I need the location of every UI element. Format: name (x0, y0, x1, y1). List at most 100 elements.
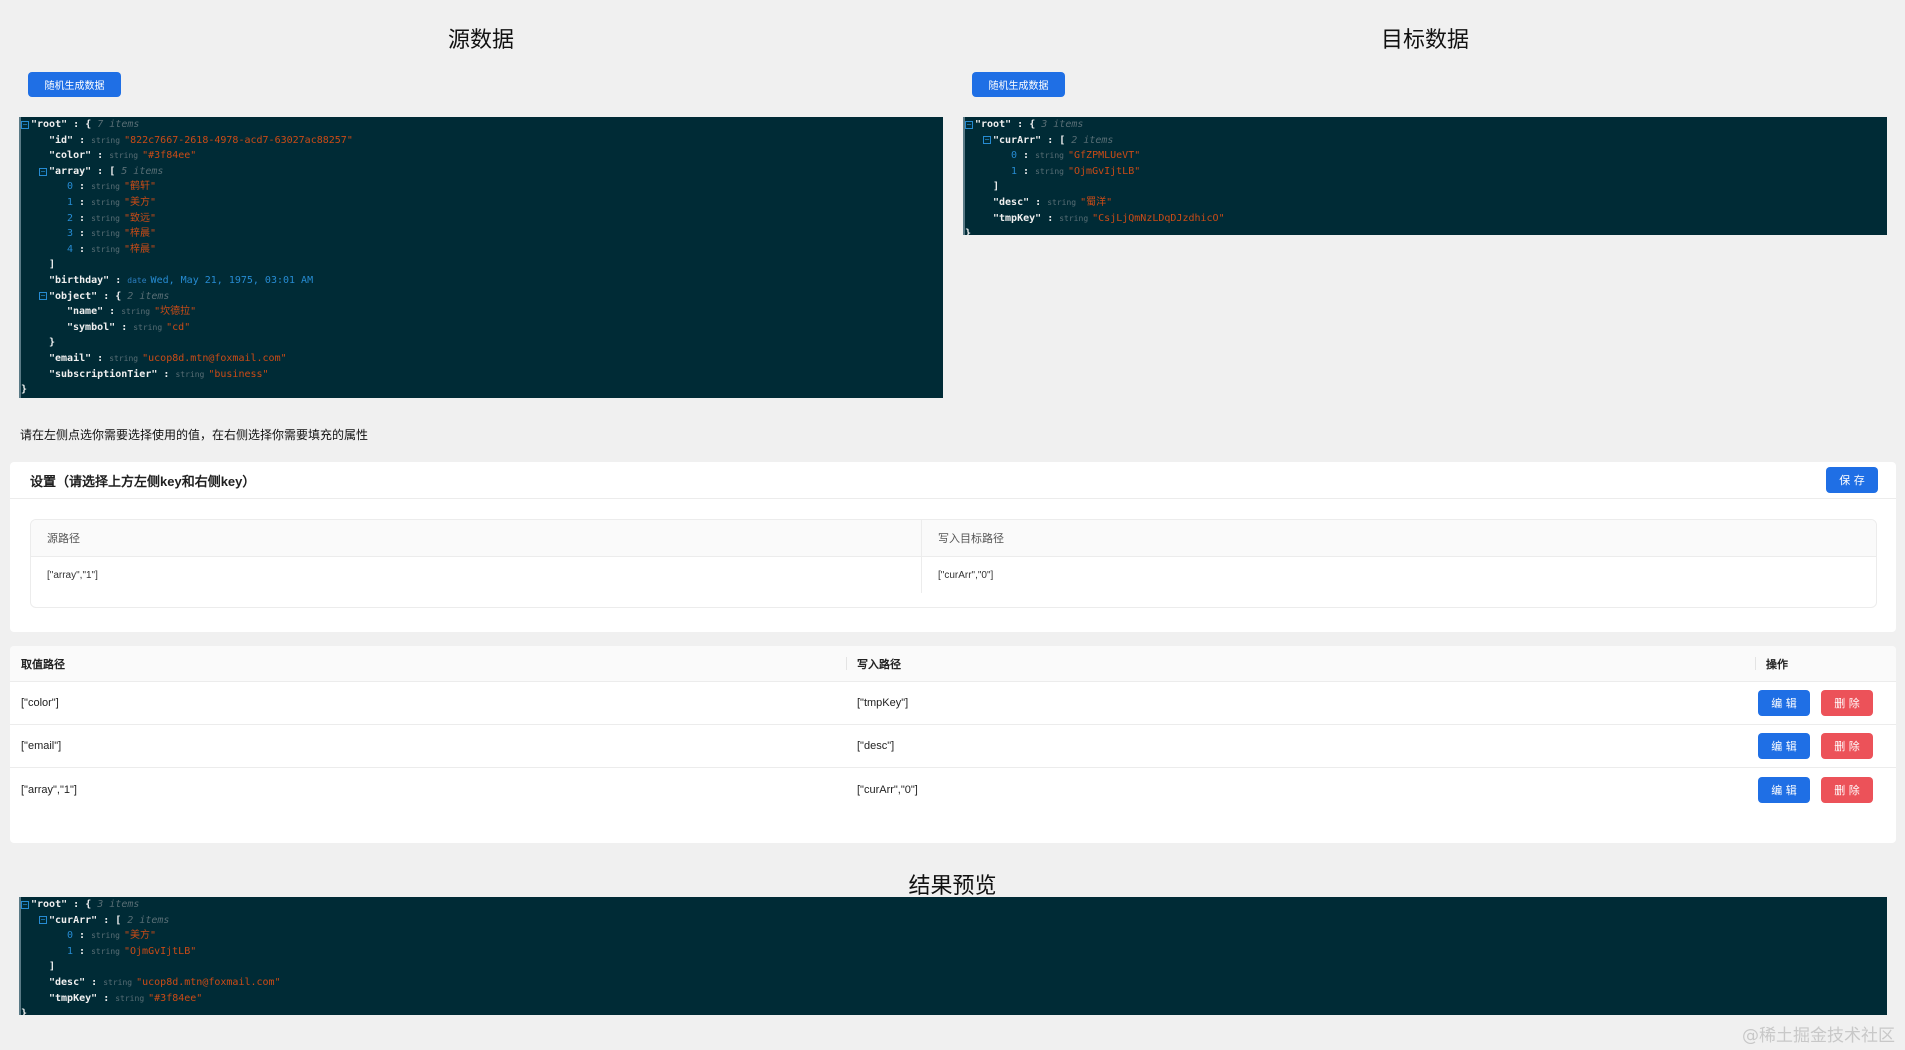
json-line[interactable]: } (21, 382, 943, 398)
json-colon: : (73, 243, 92, 255)
edit-button[interactable]: 编 辑 (1758, 690, 1810, 716)
json-line[interactable]: "name" : string "坎德拉" (21, 304, 943, 320)
json-line[interactable]: − "curArr" : [ 2 items (965, 133, 1887, 149)
json-key: "symbol" (67, 321, 116, 333)
json-line[interactable]: } (21, 335, 943, 351)
json-value: "鹤轩" (124, 181, 157, 193)
edit-button[interactable]: 编 辑 (1758, 733, 1810, 759)
collapse-toggle-icon[interactable]: − (21, 900, 29, 909)
json-line[interactable]: − "array" : [ 5 items (21, 164, 943, 180)
json-line[interactable]: 1 : string "OjmGvIjtLB" (21, 944, 1887, 960)
json-line[interactable]: "symbol" : string "cd" (21, 320, 943, 336)
json-value: "梓晨" (124, 228, 157, 240)
json-line[interactable]: 0 : string "GfZPMLUeVT" (965, 148, 1887, 164)
table-row: ["array","1"] ["curArr","0"] 编 辑删 除 (10, 768, 1896, 811)
json-line[interactable]: 3 : string "梓晨" (21, 226, 943, 242)
json-key: "subscriptionTier" (49, 368, 158, 380)
target-json-viewer[interactable]: − "root" : { 3 items − "curArr" : [ 2 items… (963, 117, 1887, 235)
json-line[interactable]: 2 : string "致远" (21, 211, 943, 227)
selected-target-path[interactable]: ["curArr","0"] (921, 557, 1876, 593)
collapse-toggle-icon[interactable]: − (39, 916, 47, 925)
json-line[interactable]: "desc" : string "ucop8d.mtn@foxmail.com" (21, 975, 1887, 991)
settings-mapping-table: 源路径 写入目标路径 ["array","1"] ["curArr","0"] (30, 519, 1877, 608)
delete-button[interactable]: 删 除 (1821, 733, 1873, 759)
json-line[interactable]: "email" : string "ucop8d.mtn@foxmail.com" (21, 351, 943, 367)
json-value: "CsjLjQmNzLDqDJzdhicO" (1092, 212, 1225, 224)
json-line[interactable]: ] (21, 257, 943, 273)
json-line[interactable]: } (21, 1006, 1887, 1015)
json-line[interactable]: "tmpKey" : string "#3f84ee" (21, 991, 1887, 1007)
json-closing-brace: } (21, 384, 28, 396)
rules-actions-header: 操作 (1755, 646, 1896, 681)
json-line[interactable]: − "root" : { 3 items (21, 897, 1887, 913)
edit-button[interactable]: 编 辑 (1758, 776, 1810, 803)
json-colon: : (73, 134, 92, 146)
json-key: "curArr" (49, 914, 98, 926)
json-line[interactable]: ] (21, 959, 1887, 975)
json-key: "id" (49, 134, 74, 146)
json-colon: : (73, 945, 92, 957)
json-closing-brace: ] (49, 961, 56, 973)
rule-source-path: ["array","1"] (21, 783, 77, 796)
json-line[interactable]: 4 : string "梓晨" (21, 242, 943, 258)
table-row: ["color"] ["tmpKey"] 编 辑删 除 (10, 682, 1896, 725)
delete-button[interactable]: 删 除 (1821, 690, 1873, 716)
rule-target-path: ["desc"] (857, 740, 895, 752)
collapse-toggle-icon[interactable]: − (39, 167, 47, 176)
json-line[interactable]: "tmpKey" : string "CsjLjQmNzLDqDJzdhicO" (965, 211, 1887, 227)
json-line[interactable]: 0 : string "鹤轩" (21, 179, 943, 195)
settings-card: 设置（请选择上方左侧key和右侧key） 保 存 源路径 写入目标路径 ["ar… (10, 462, 1896, 632)
json-line[interactable]: 1 : string "OjmGvIjtLB" (965, 164, 1887, 180)
json-value: "GfZPMLUeVT" (1068, 150, 1141, 162)
source-random-button[interactable]: 随机生成数据 (28, 72, 121, 97)
json-item-count: 2 items (127, 914, 170, 926)
json-item-count: 2 items (127, 290, 170, 302)
json-closing-brace: } (21, 1008, 28, 1015)
collapse-toggle-icon[interactable]: − (21, 120, 29, 129)
json-open-brace: { (115, 290, 128, 302)
json-closing-brace: ] (49, 259, 56, 271)
json-type: string (121, 307, 151, 317)
collapse-toggle-icon[interactable]: − (983, 136, 991, 145)
json-line[interactable]: − "root" : { 3 items (965, 117, 1887, 133)
rule-target-path: ["curArr","0"] (857, 783, 918, 796)
json-colon: : (97, 914, 116, 926)
json-value: "822c7667-2618-4978-acd7-63027ac88257" (124, 134, 353, 146)
target-random-button[interactable]: 随机生成数据 (972, 72, 1065, 97)
json-line[interactable]: "color" : string "#3f84ee" (21, 148, 943, 164)
json-line[interactable]: "birthday" : date Wed, May 21, 1975, 03:0… (21, 273, 943, 289)
selected-source-path[interactable]: ["array","1"] (31, 557, 921, 593)
json-type: string (91, 197, 120, 207)
json-line[interactable]: } (965, 226, 1887, 235)
json-colon: : (97, 992, 116, 1004)
collapse-toggle-icon[interactable]: − (39, 292, 47, 301)
json-type: string (1035, 151, 1064, 161)
json-line[interactable]: "id" : string "822c7667-2618-4978-acd7-63… (21, 133, 943, 149)
json-line[interactable]: "desc" : string "蜀洋" (965, 195, 1887, 211)
json-colon: : (1017, 150, 1036, 162)
save-button[interactable]: 保 存 (1826, 467, 1878, 493)
json-line[interactable]: "subscriptionTier" : string "business" (21, 367, 943, 383)
json-colon: : (115, 321, 134, 333)
json-open-brace: { (85, 119, 98, 130)
source-json-viewer[interactable]: − "root" : { 7 items "id" : string "822c766… (19, 117, 943, 398)
json-key: "birthday" (49, 274, 110, 286)
json-open-brace: { (1029, 119, 1042, 130)
json-closing-brace: ] (993, 181, 1000, 193)
settings-table-header: 源路径 写入目标路径 (31, 520, 1876, 557)
json-line[interactable]: − "curArr" : [ 2 items (21, 913, 1887, 929)
json-line[interactable]: 1 : string "美方" (21, 195, 943, 211)
json-closing-brace: } (49, 337, 56, 349)
rules-target-header: 写入路径 (846, 646, 1755, 681)
json-line[interactable]: − "root" : { 7 items (21, 117, 943, 133)
json-line[interactable]: ] (965, 179, 1887, 195)
json-colon: : (91, 150, 110, 162)
target-title: 目标数据 (1380, 27, 1469, 52)
json-colon: : (73, 181, 92, 193)
json-value: "蜀洋" (1080, 196, 1113, 208)
collapse-toggle-icon[interactable]: − (965, 120, 973, 129)
json-value: "OjmGvIjtLB" (124, 945, 197, 957)
json-line[interactable]: 0 : string "美方" (21, 928, 1887, 944)
json-line[interactable]: − "object" : { 2 items (21, 289, 943, 305)
delete-button[interactable]: 删 除 (1821, 776, 1873, 803)
